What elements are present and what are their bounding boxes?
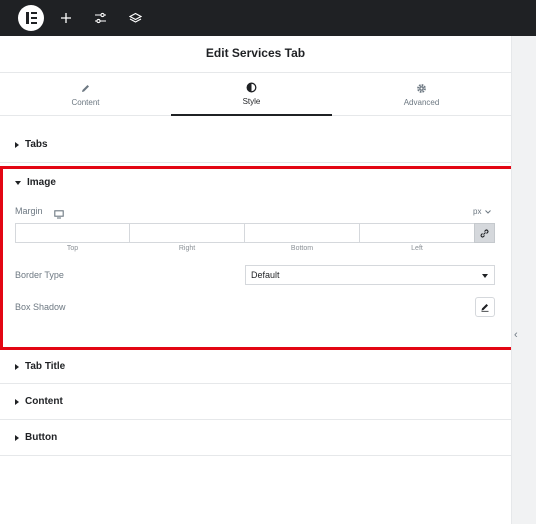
section-label: Tabs [25,139,48,150]
section-content: Content [0,384,511,420]
panel-title: Edit Services Tab [205,46,306,60]
section-header-content[interactable]: Content [15,396,63,407]
preview-edge [511,36,536,524]
add-element-button[interactable] [56,8,76,28]
tab-label: Content [71,97,100,107]
structure-button[interactable] [125,8,145,28]
section-button: Button [0,420,511,456]
section-label: Content [25,396,63,407]
tab-label: Advanced [403,97,440,107]
caret-right-icon [15,398,19,405]
section-label: Button [25,432,58,443]
top-bar [0,0,536,36]
section-header-button[interactable]: Button [15,432,57,443]
tab-style[interactable]: Style [171,73,332,116]
contrast-icon [246,82,257,92]
plus-icon [61,13,71,23]
highlight-frame [0,166,525,350]
caret-right-icon [15,141,19,148]
panel-tabs: Content Style Advanced [0,72,511,116]
site-settings-button[interactable] [90,8,110,28]
layers-icon [128,12,142,23]
section-label: Tab Title [25,361,66,372]
gear-icon [417,83,426,93]
section-tab-title: Tab Title [0,349,511,384]
caret-right-icon [15,434,19,441]
section-header-tab-title[interactable]: Tab Title [15,361,65,372]
chevron-left-icon[interactable]: ‹ [514,329,518,341]
elementor-logo-icon[interactable] [18,5,44,31]
sliders-icon [94,12,106,24]
section-header-tabs[interactable]: Tabs [15,139,48,150]
section-tabs: Tabs [0,116,511,163]
pencil-icon [82,84,89,92]
tab-advanced[interactable]: Advanced [332,73,511,116]
caret-right-icon [15,363,19,370]
tab-label: Style [242,96,261,106]
tab-content[interactable]: Content [0,73,171,116]
